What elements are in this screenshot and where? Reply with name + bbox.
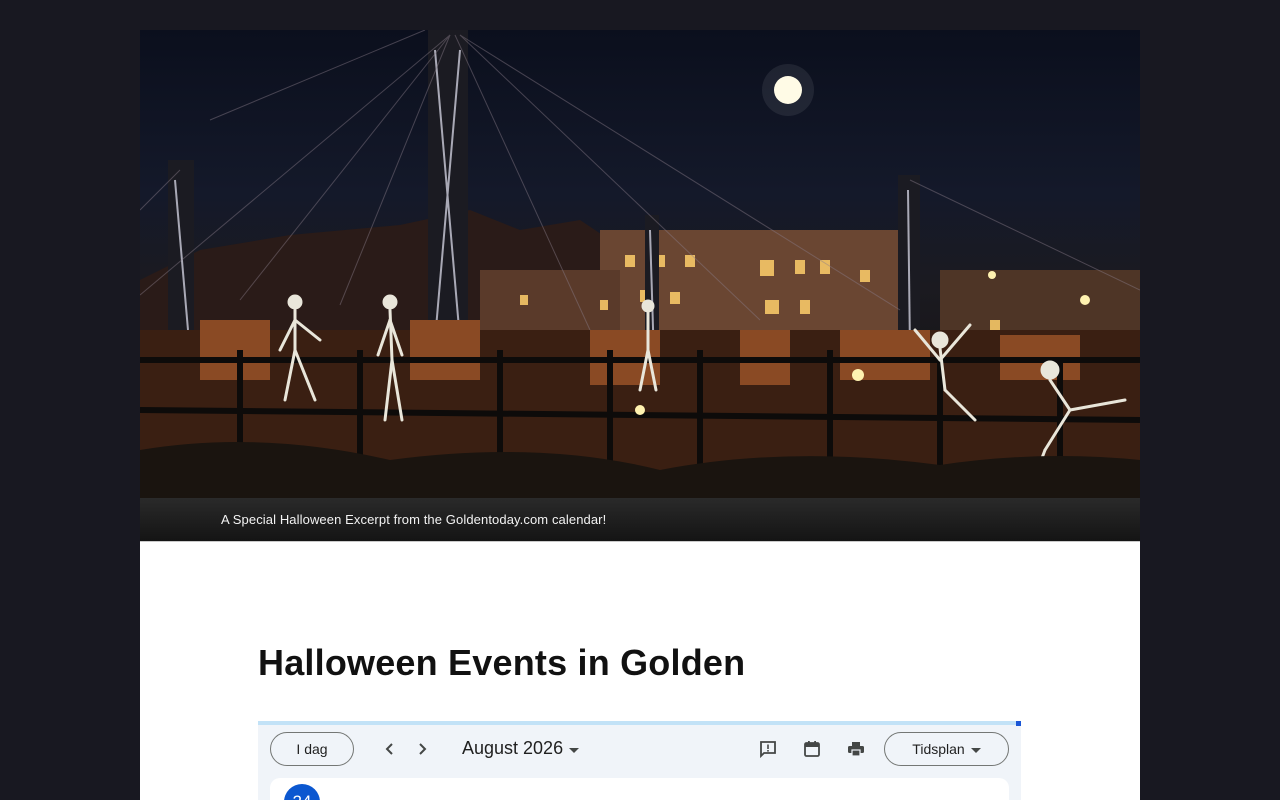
header-image (140, 30, 1140, 498)
date-badge[interactable]: 24 (284, 784, 320, 800)
dropdown-arrow-icon (569, 738, 580, 759)
today-button[interactable]: I dag (270, 732, 354, 766)
month-selector[interactable]: August 2026 (462, 738, 580, 759)
feedback-icon[interactable] (757, 738, 779, 760)
print-icon[interactable] (845, 738, 867, 760)
page-container: A Special Halloween Excerpt from the Gol… (140, 30, 1140, 800)
calendar-corner-marker (1016, 721, 1021, 726)
chevron-right-icon[interactable] (411, 738, 433, 760)
calendar-agenda: 24 (270, 778, 1009, 800)
view-label: Tidsplan (912, 741, 965, 757)
calendar-icon[interactable] (801, 738, 823, 760)
dropdown-arrow-icon (970, 741, 981, 757)
page-title: Halloween Events in Golden (258, 642, 746, 683)
month-label: August 2026 (462, 738, 564, 758)
night-scene-illustration (140, 30, 1140, 498)
caption-bar: A Special Halloween Excerpt from the Gol… (140, 498, 1140, 542)
chevron-left-icon[interactable] (379, 738, 401, 760)
header-caption: A Special Halloween Excerpt from the Gol… (221, 512, 607, 527)
view-selector-button[interactable]: Tidsplan (884, 732, 1009, 766)
embedded-calendar: I dag August 2026 Tidsplan (258, 721, 1021, 800)
